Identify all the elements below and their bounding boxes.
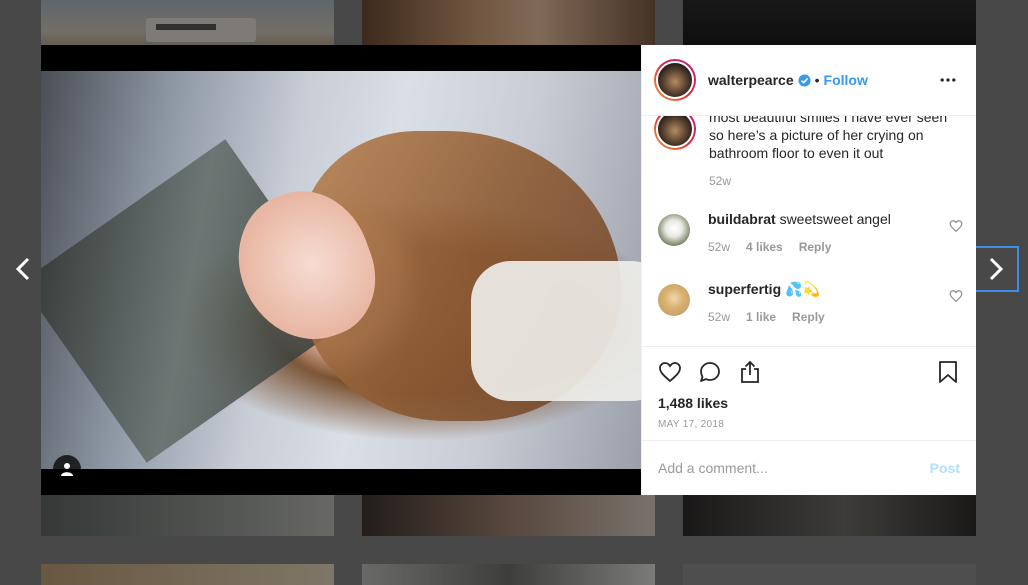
- author-username[interactable]: walterpearce: [708, 72, 794, 88]
- verified-badge-icon: [798, 73, 811, 87]
- reply-button[interactable]: Reply: [799, 240, 832, 254]
- post-actions: 1,488 likes MAY 17, 2018: [642, 346, 976, 440]
- caption-timestamp[interactable]: 52w: [709, 174, 731, 188]
- heart-icon: [659, 362, 681, 383]
- user-tag-icon: [61, 463, 73, 476]
- comment-text: 💦💫: [785, 281, 820, 297]
- post-date[interactable]: MAY 17, 2018: [658, 419, 960, 430]
- commenter-username[interactable]: superfertig: [708, 281, 781, 297]
- share-button[interactable]: [738, 360, 762, 384]
- follow-button[interactable]: Follow: [824, 72, 868, 88]
- comment-likes[interactable]: 1 like: [746, 310, 776, 324]
- caption-text: most beautiful smiles I have ever seen s…: [709, 116, 948, 161]
- commenter-username[interactable]: buildabrat: [708, 211, 776, 227]
- comment-text: sweetsweet angel: [779, 211, 891, 227]
- post-header: walterpearce • Follow: [642, 45, 976, 116]
- comments-list[interactable]: most beautiful smiles I have ever seen s…: [642, 116, 976, 346]
- comment-likes[interactable]: 4 likes: [746, 240, 783, 254]
- heart-icon[interactable]: [949, 219, 963, 233]
- add-comment-bar: Post: [642, 440, 976, 495]
- post-comment-button[interactable]: Post: [930, 460, 960, 476]
- commenter-avatar[interactable]: [658, 214, 690, 246]
- comment-item: buildabrat sweetsweet angel 52w 4 likes …: [658, 210, 963, 254]
- comment-input[interactable]: [658, 460, 930, 476]
- likes-count[interactable]: 1,488 likes: [658, 395, 960, 411]
- comment-timestamp[interactable]: 52w: [708, 240, 730, 254]
- chevron-right-icon: [989, 257, 1004, 281]
- more-options-button[interactable]: [936, 68, 960, 92]
- comment-button[interactable]: [698, 360, 722, 384]
- heart-icon[interactable]: [949, 289, 963, 303]
- comment-item: superfertig 💦💫 52w 1 like Reply: [658, 280, 963, 324]
- user-tag-button[interactable]: [53, 455, 81, 483]
- caption-author-avatar[interactable]: [654, 116, 696, 150]
- post-caption: most beautiful smiles I have ever seen s…: [654, 116, 964, 188]
- more-options-icon: [940, 78, 956, 82]
- commenter-avatar[interactable]: [658, 284, 690, 316]
- post-photo[interactable]: [41, 45, 641, 495]
- save-button[interactable]: [936, 360, 960, 384]
- photo-image: [41, 71, 641, 469]
- post-side-panel: walterpearce • Follow most beautiful smi…: [641, 45, 976, 495]
- post-modal: walterpearce • Follow most beautiful smi…: [41, 45, 976, 495]
- reply-button[interactable]: Reply: [792, 310, 825, 324]
- bookmark-icon: [939, 361, 957, 383]
- separator-dot: •: [814, 72, 820, 88]
- share-icon: [741, 360, 759, 383]
- comment-timestamp[interactable]: 52w: [708, 310, 730, 324]
- author-avatar[interactable]: [654, 59, 696, 101]
- next-post-button[interactable]: [973, 246, 1019, 292]
- previous-post-button[interactable]: [0, 246, 46, 292]
- chevron-left-icon: [15, 257, 30, 281]
- like-button[interactable]: [658, 360, 682, 384]
- comment-bubble-icon: [700, 362, 720, 382]
